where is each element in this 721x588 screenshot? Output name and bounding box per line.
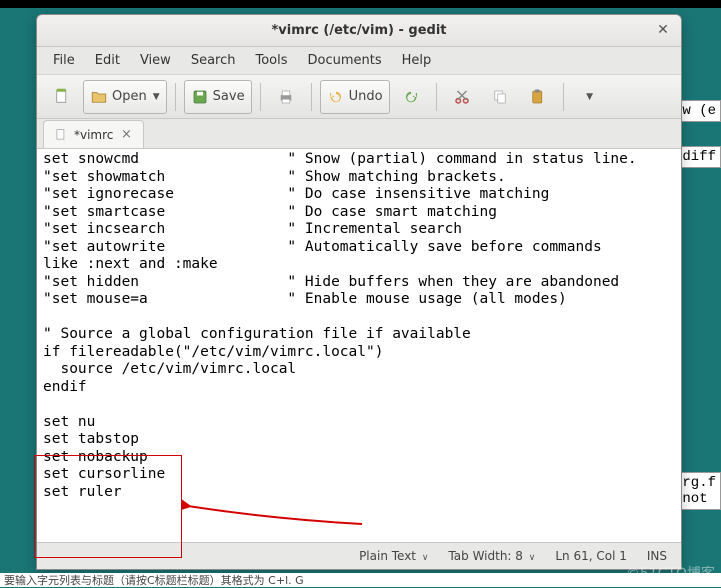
- separator: [175, 83, 176, 111]
- chevron-down-icon: ▼: [586, 92, 593, 102]
- toolbar: Open ▼ Save Undo ▼: [37, 75, 681, 119]
- statusbar: Plain Text ∨ Tab Width: 8 ∨ Ln 61, Col 1…: [37, 543, 681, 569]
- bottom-strip: 要输入字元列表与标题（请按C标题栏标题）其格式为 C+l. G: [0, 573, 721, 587]
- save-label: Save: [213, 89, 245, 104]
- document-tab[interactable]: *vimrc ×: [43, 120, 144, 148]
- desktop-panel: [0, 0, 721, 8]
- insert-mode[interactable]: INS: [647, 549, 667, 563]
- tab-label: *vimrc: [74, 128, 113, 142]
- menu-documents[interactable]: Documents: [300, 49, 390, 72]
- separator: [436, 83, 437, 111]
- redo-icon: [402, 88, 420, 106]
- separator: [563, 83, 564, 111]
- menu-view[interactable]: View: [132, 49, 179, 72]
- undo-label: Undo: [349, 89, 383, 104]
- print-icon: [277, 88, 295, 106]
- save-button[interactable]: Save: [184, 80, 252, 114]
- toolbar-menu-button[interactable]: ▼: [572, 80, 606, 114]
- separator: [311, 83, 312, 111]
- chevron-down-icon: ∨: [529, 553, 536, 563]
- editor-area[interactable]: set snowcmd " Snow (partial) command in …: [37, 149, 681, 543]
- copy-icon: [491, 88, 509, 106]
- cut-button[interactable]: [445, 80, 479, 114]
- syntax-selector[interactable]: Plain Text ∨: [359, 549, 428, 563]
- cursor-position: Ln 61, Col 1: [555, 549, 627, 563]
- separator: [260, 83, 261, 111]
- menubar: File Edit View Search Tools Documents He…: [37, 47, 681, 75]
- open-button[interactable]: Open ▼: [83, 80, 167, 114]
- copy-button[interactable]: [483, 80, 517, 114]
- watermark: ©51CTO博客: [626, 563, 715, 583]
- menu-search[interactable]: Search: [183, 49, 244, 72]
- document-icon: [54, 128, 68, 142]
- new-file-icon: [53, 88, 71, 106]
- folder-open-icon: [90, 88, 108, 106]
- tab-close-icon[interactable]: ×: [119, 128, 133, 142]
- undo-button[interactable]: Undo: [320, 80, 390, 114]
- menu-tools[interactable]: Tools: [247, 49, 295, 72]
- bg-fragment: w (e: [677, 100, 721, 122]
- window-title: *vimrc (/etc/vim) - gedit: [271, 23, 446, 38]
- bg-fragment: rg.f not: [677, 472, 721, 510]
- save-icon: [191, 88, 209, 106]
- tab-width-selector[interactable]: Tab Width: 8 ∨: [448, 549, 535, 563]
- close-button[interactable]: ✕: [653, 21, 673, 41]
- cut-icon: [453, 88, 471, 106]
- titlebar[interactable]: *vimrc (/etc/vim) - gedit ✕: [37, 15, 681, 47]
- paste-button[interactable]: [521, 80, 555, 114]
- new-button[interactable]: [45, 80, 79, 114]
- gedit-window: *vimrc (/etc/vim) - gedit ✕ File Edit Vi…: [36, 14, 682, 570]
- print-button[interactable]: [269, 80, 303, 114]
- redo-button[interactable]: [394, 80, 428, 114]
- menu-help[interactable]: Help: [394, 49, 440, 72]
- menu-edit[interactable]: Edit: [87, 49, 128, 72]
- paste-icon: [529, 88, 547, 106]
- menu-file[interactable]: File: [45, 49, 83, 72]
- chevron-down-icon: ▼: [153, 92, 160, 102]
- bg-fragment: diff: [677, 146, 721, 168]
- chevron-down-icon: ∨: [422, 553, 429, 563]
- undo-icon: [327, 88, 345, 106]
- tabbar: *vimrc ×: [37, 119, 681, 149]
- open-label: Open: [112, 89, 147, 104]
